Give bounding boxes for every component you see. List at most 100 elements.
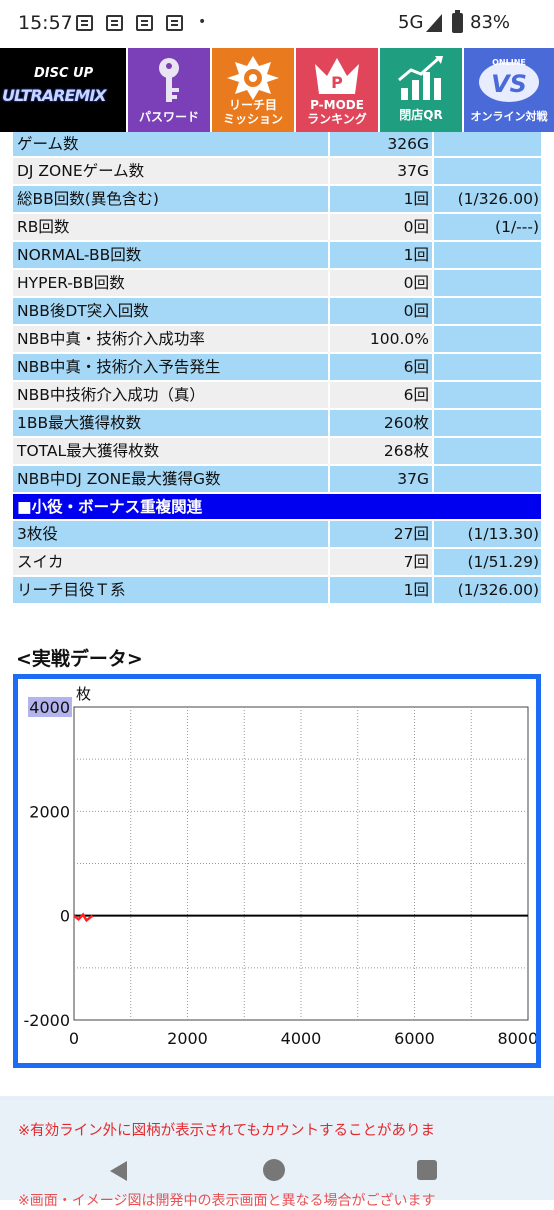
stat-probability	[434, 242, 541, 268]
stat-name: NBB中真・技術介入予告発生	[13, 354, 328, 380]
stats-table: ゲーム数 326G DJ ZONEゲーム数 37G 総BB回数(異色含む) 1回 (1/32…	[13, 132, 541, 605]
stat-probability: (1/13.30)	[434, 521, 541, 547]
table-row: スイカ 7回 (1/51.29)	[13, 549, 541, 575]
more-notifications-icon: •	[198, 14, 207, 30]
x-tick-label: 0	[69, 1029, 79, 1048]
signal-icon	[426, 14, 442, 32]
table-row: 1BB最大獲得枚数 260枚	[13, 410, 541, 436]
stat-value: 27回	[330, 521, 432, 547]
logo-main-text: ULTRAREMIX	[2, 86, 107, 105]
stat-name: RB回数	[13, 214, 328, 240]
reach-mission-icon	[227, 56, 279, 100]
recent-apps-icon[interactable]	[417, 1160, 437, 1180]
y-axis-unit: 枚	[76, 685, 91, 703]
notification-icon	[76, 15, 93, 31]
status-time: 15:57	[18, 12, 73, 34]
back-icon[interactable]	[110, 1161, 127, 1181]
table-row: DJ ZONEゲーム数 37G	[13, 158, 541, 184]
table-row: 3枚役 27回 (1/13.30)	[13, 521, 541, 547]
stat-value: 1回	[330, 577, 432, 603]
stat-value: 37G	[330, 466, 432, 492]
chart-svg: 400020000-2000枚02000400060008000G	[24, 685, 537, 1048]
stat-value: 37G	[330, 158, 432, 184]
stat-name: ゲーム数	[13, 132, 328, 156]
x-tick-label: 8000G	[497, 1029, 536, 1048]
y-tick-label: 2000	[29, 802, 70, 821]
section-title: <実戦データ>	[16, 648, 143, 670]
svg-text:ONLINE: ONLINE	[492, 58, 526, 67]
top-menu: DISC UP ULTRAREMIX パスワード リーチ目 ミッション P P-M…	[0, 48, 554, 132]
reach-mission-button[interactable]: リーチ目 ミッション	[210, 48, 294, 132]
table-row: NBB中DJ ZONE最大獲得G数 37G	[13, 466, 541, 492]
table-row: ゲーム数 326G	[13, 132, 541, 156]
menu-item-label: P-MODE ランキング	[307, 98, 367, 126]
table-row: NORMAL-BB回数 1回	[13, 242, 541, 268]
stat-name: NBB中技術介入成功（真）	[13, 382, 328, 408]
table-row: NBB中真・技術介入成功率 100.0%	[13, 326, 541, 352]
table-row: リーチ目役Ｔ系 1回 (1/326.00)	[13, 577, 541, 603]
notification-icon	[106, 15, 123, 31]
stat-name: NBB中真・技術介入成功率	[13, 326, 328, 352]
stat-value: 0回	[330, 298, 432, 324]
section-header-row: ■小役・ボーナス重複関連	[13, 494, 541, 519]
stat-probability	[434, 354, 541, 380]
stat-probability: (1/326.00)	[434, 186, 541, 212]
online-battle-button[interactable]: ONLINE VS オンライン対戦	[462, 48, 554, 132]
stat-probability	[434, 466, 541, 492]
stat-probability	[434, 132, 541, 156]
p-mode-icon: P	[315, 58, 359, 94]
stat-value: 0回	[330, 214, 432, 240]
closing-qr-button[interactable]: 閉店QR	[378, 48, 462, 132]
y-tick-label: -2000	[24, 1011, 71, 1030]
y-tick-label: 4000	[29, 698, 70, 717]
notification-icon	[136, 15, 153, 31]
x-tick-label: 4000	[281, 1029, 322, 1048]
table-row: NBB中技術介入成功（真） 6回	[13, 382, 541, 408]
stat-value: 326G	[330, 132, 432, 156]
stat-probability: (1/326.00)	[434, 577, 541, 603]
stat-probability	[434, 326, 541, 352]
stat-name: NORMAL-BB回数	[13, 242, 328, 268]
stat-probability	[434, 382, 541, 408]
p-mode-ranking-button[interactable]: P P-MODE ランキング	[294, 48, 378, 132]
qr-chart-icon	[398, 56, 443, 100]
game-logo[interactable]: DISC UP ULTRAREMIX	[0, 48, 126, 132]
y-tick-label: 0	[60, 907, 70, 926]
stat-value: 260枚	[330, 410, 432, 436]
notification-icon	[166, 15, 183, 31]
logo-top-text: DISC UP	[34, 66, 94, 81]
stat-probability	[434, 158, 541, 184]
notice-text: ※有効ライン外に図柄が表示されてもカウントすることがありま	[18, 1123, 435, 1139]
password-button[interactable]: パスワード	[126, 48, 210, 132]
stat-name: 3枚役	[13, 521, 328, 547]
table-row: NBB後DT突入回数 0回	[13, 298, 541, 324]
play-data-chart: 400020000-2000枚02000400060008000G	[13, 674, 541, 1068]
stat-probability	[434, 438, 541, 464]
stat-value: 1回	[330, 186, 432, 212]
stat-name: リーチ目役Ｔ系	[13, 577, 328, 603]
home-icon[interactable]	[263, 1159, 285, 1181]
status-bar: 15:57 • 5G 83%	[0, 0, 554, 48]
svg-text:P: P	[331, 73, 343, 92]
stat-probability: (1/---)	[434, 214, 541, 240]
stat-probability: (1/51.29)	[434, 549, 541, 575]
table-row: HYPER-BB回数 0回	[13, 270, 541, 296]
stat-value: 7回	[330, 549, 432, 575]
stat-name: DJ ZONEゲーム数	[13, 158, 328, 184]
x-tick-label: 2000	[167, 1029, 208, 1048]
stat-name: 総BB回数(異色含む)	[13, 186, 328, 212]
stat-name: HYPER-BB回数	[13, 270, 328, 296]
stat-value: 6回	[330, 382, 432, 408]
vs-icon: ONLINE VS	[479, 58, 539, 102]
key-icon	[159, 58, 179, 102]
battery-percent: 83%	[470, 12, 511, 33]
battery-icon	[452, 10, 463, 33]
stat-probability	[434, 270, 541, 296]
table-row: NBB中真・技術介入予告発生 6回	[13, 354, 541, 380]
stat-name: 1BB最大獲得枚数	[13, 410, 328, 436]
stat-value: 6回	[330, 354, 432, 380]
stat-name: TOTAL最大獲得枚数	[13, 438, 328, 464]
table-row: TOTAL最大獲得枚数 268枚	[13, 438, 541, 464]
svg-text:VS: VS	[491, 70, 527, 98]
stat-name: NBB後DT突入回数	[13, 298, 328, 324]
